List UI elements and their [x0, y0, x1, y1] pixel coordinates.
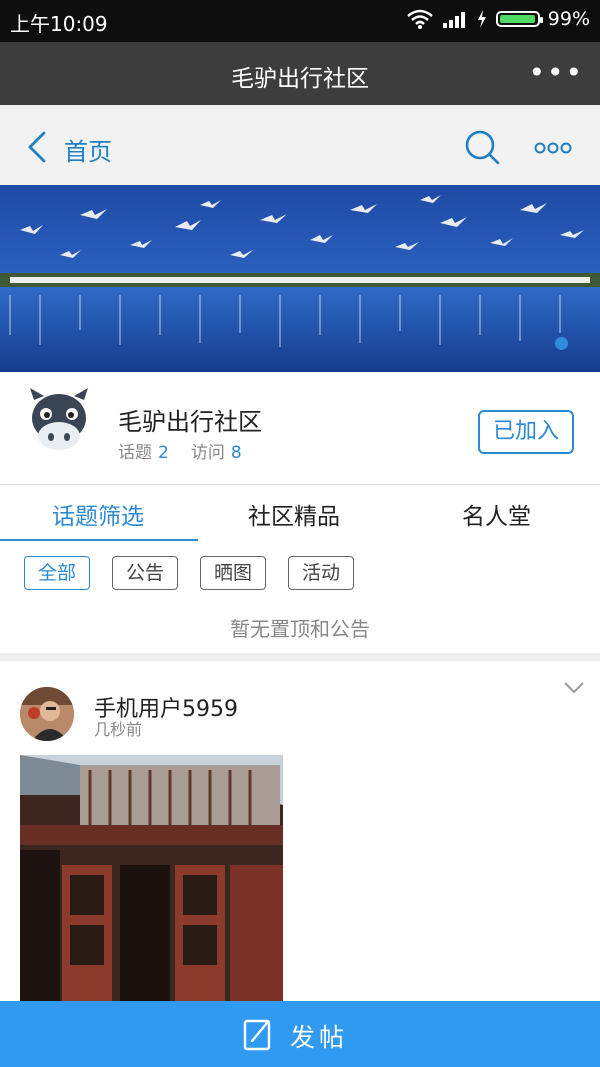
filter-announcement[interactable]: 公告	[112, 556, 178, 590]
chevron-left-icon[interactable]	[22, 127, 62, 167]
post-card[interactable]: 手机用户5959 几秒前	[0, 661, 600, 1001]
app-title-bar: 毛驴出行社区 •••	[0, 42, 600, 105]
donkey-logo-icon	[30, 388, 88, 450]
ellipsis-icon[interactable]	[533, 133, 573, 163]
avatar[interactable]	[20, 687, 74, 741]
carousel-indicator[interactable]	[555, 337, 568, 350]
more-dots-icon[interactable]: •••	[528, 56, 584, 89]
topics-label: 话题	[118, 443, 152, 463]
status-icons: 99%	[406, 8, 590, 30]
tab-hall-of-fame[interactable]: 名人堂	[462, 497, 531, 531]
tab-bar: 话题筛选 社区精品 名人堂	[0, 484, 600, 542]
battery-icon	[495, 11, 543, 27]
post-time: 几秒前	[94, 720, 143, 739]
visits-count: 8	[230, 443, 242, 463]
community-name: 毛驴出行社区	[118, 408, 262, 436]
joined-button[interactable]: 已加入	[478, 410, 574, 454]
charging-icon	[477, 10, 486, 28]
topics-count: 2	[158, 443, 169, 463]
community-stats: 话题 2 访问 8	[118, 438, 264, 463]
tab-topic-filter[interactable]: 话题筛选	[52, 497, 144, 531]
app-title: 毛驴出行社区	[231, 66, 369, 92]
filter-all[interactable]: 全部	[24, 556, 90, 590]
home-link[interactable]: 首页	[64, 132, 112, 167]
status-bar: 上午10:09 99%	[0, 0, 600, 42]
new-post-label: 发帖	[290, 1023, 349, 1052]
filter-activity[interactable]: 活动	[288, 556, 354, 590]
status-time: 上午10:09	[10, 12, 108, 36]
filter-row: 全部 公告 晒图 活动	[0, 541, 600, 606]
edit-icon	[243, 1019, 271, 1051]
banner-image	[0, 185, 600, 372]
nav-bar: 首页	[0, 105, 600, 185]
wifi-icon	[406, 9, 433, 29]
banner-carousel[interactable]	[0, 185, 600, 372]
filter-photos[interactable]: 晒图	[200, 556, 266, 590]
search-icon[interactable]	[462, 127, 502, 167]
post-image[interactable]	[20, 755, 283, 1001]
pinned-notice: 暂无置顶和公告	[0, 605, 600, 653]
new-post-button[interactable]: 发帖	[0, 1001, 600, 1067]
battery-percent: 99%	[547, 8, 590, 30]
section-divider	[0, 653, 600, 661]
signal-icon	[442, 12, 465, 28]
tab-featured[interactable]: 社区精品	[248, 497, 340, 531]
chevron-down-icon[interactable]	[563, 681, 585, 695]
community-info: 毛驴出行社区 话题 2 访问 8 已加入	[0, 372, 600, 484]
visits-label: 访问	[190, 443, 225, 463]
